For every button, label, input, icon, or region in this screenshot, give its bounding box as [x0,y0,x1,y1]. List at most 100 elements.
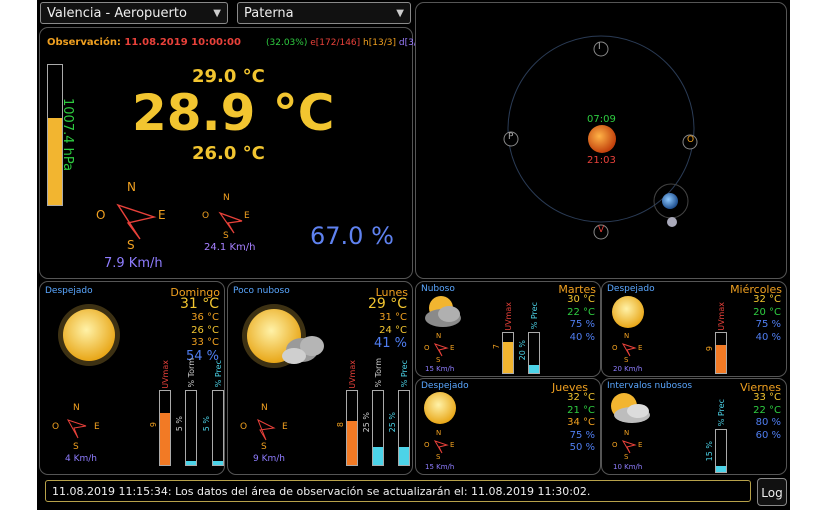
forecast-wind-n: N [624,332,630,340]
forecast-humidity-1: 75 % [569,429,595,441]
forecast-wind-n: N [73,403,80,413]
observation-percent: (32.03%) [266,38,308,48]
uv-label: UVmax [504,302,513,331]
precip-label: % Prec [717,399,726,427]
forecast-wind-arrow-icon [433,343,449,357]
forecast-wind-arrow-icon [621,343,637,357]
wind-rose: N O E S [96,180,176,260]
precip-bar-fill [716,465,726,472]
forecast-wind-o: O [612,441,618,449]
observation-h-stat: h[13/3] [363,38,396,48]
forecast-humidity-2: 60 % [755,429,781,441]
forecast-humidity-1: 75 % [755,319,781,330]
forecast-wind-o: O [424,344,430,352]
partly-cloudy-icon [611,393,650,423]
forecast-title: Despejado [45,286,93,296]
precip-label: % Prec [530,302,539,330]
precip-bar-fill [213,461,223,465]
forecast-wind-arrow-icon [257,418,276,441]
forecast-temp-1: 31 °C [179,296,219,312]
clear-sun-icon [612,296,644,328]
forecast-wind-arrow-icon [621,440,637,454]
uv-value: 8 [336,422,345,428]
earth-icon [662,193,678,209]
forecast-temp-2: 36 °C [191,312,219,323]
wind-speed: 7.9 Km/h [104,256,163,271]
gust-o: O [202,211,210,221]
uv-bar [159,390,171,466]
precip-value: 15 % [705,441,714,462]
moon-icon [667,217,677,227]
forecast-wind-arrow-icon [66,419,87,439]
log-button[interactable]: Log [757,478,787,506]
uv-value: 9 [149,422,158,428]
wind-o: O [96,208,106,222]
sunset-time: 21:03 [587,155,616,166]
forecast-humidity-2: 40 % [569,331,595,343]
forecast-humidity-2: 40 % [755,331,781,343]
precip-value: 5 % [202,416,211,432]
uv-value: 7 [492,344,501,350]
clear-sun-icon [58,304,120,366]
precip-bar [212,390,224,466]
forecast-wind-n: N [624,429,630,437]
forecast-temp-1: 32 °C [567,392,595,403]
forecast-wind-speed: 15 Km/h [425,463,455,471]
forecast-pct: 41 % [373,336,407,351]
temp-current: 28.9 °C [132,84,335,142]
uv-bar-fill [347,420,357,465]
solar-marker-top [593,41,609,57]
city-select-value: Paterna [244,6,294,21]
forecast-humidity-1: 75 % [569,319,595,330]
uv-bar [346,390,358,466]
precip-value: 25 % [388,412,397,433]
astro-panel: I P O V 07:09 21:03 [415,2,787,279]
sunrise-time: 07:09 [587,114,616,125]
city-select[interactable]: Paterna ▼ [237,2,411,24]
marker-p: P [508,132,514,142]
forecast-card-jueves: Despejado Jueves 32 °C 21 °C 34 °C 75 % … [415,378,601,475]
uv-bar [715,332,727,374]
storm-value: 5 % [175,416,184,432]
temp-min: 26.0 °C [192,143,265,164]
precip-label: % Prec [214,360,223,388]
precip-bar [715,429,727,473]
humidity-value: 67.0 % [310,222,394,250]
forecast-card-domingo: Despejado Domingo 31 °C 36 °C 26 °C 33 °… [39,281,225,475]
storm-bar-fill [373,446,383,465]
station-select[interactable]: Valencia - Aeropuerto ▼ [40,2,228,24]
gust-n: N [223,193,230,203]
uv-value: 9 [705,346,714,352]
forecast-temp-3: 34 °C [567,417,595,428]
observation-panel: Observación: 11.08.2019 10:00:00 (32.03%… [39,27,426,279]
storm-bar-fill [186,461,196,465]
forecast-wind-n: N [436,332,442,340]
precip-value: 20 % [518,340,527,361]
precip-label: % Prec [400,360,409,388]
precip-bar [398,390,410,466]
observation-label: Observación: [47,37,121,48]
chevron-down-icon: ▼ [213,8,221,19]
storm-value: 25 % [362,412,371,433]
forecast-temp-2: 20 °C [753,306,781,318]
observation-datetime: 11.08.2019 10:00:00 [124,37,241,48]
storm-bar [185,390,197,466]
marker-i: I [598,42,601,52]
forecast-wind-speed: 10 Km/h [613,463,643,471]
precip-bar-fill [529,365,539,373]
forecast-wind-o: O [612,344,618,352]
marker-o: O [687,135,695,145]
forecast-wind-o: O [240,422,248,432]
uv-label: UVmax [161,360,170,389]
gust-direction-arrow-icon [218,211,243,234]
cloudy-icon [425,296,461,327]
forecast-temp-1: 30 °C [567,294,595,305]
forecast-wind-n: N [261,403,268,413]
station-select-value: Valencia - Aeropuerto [47,6,187,21]
forecast-wind-speed: 20 Km/h [613,365,643,373]
sun-icon [588,125,616,153]
forecast-card-martes: Nuboso Martes 30 °C 22 °C 75 % 40 % N O … [415,281,601,377]
forecast-wind-o: O [52,422,60,432]
forecast-temp-1: 33 °C [753,392,781,403]
forecast-temp-1: 29 °C [367,296,407,312]
